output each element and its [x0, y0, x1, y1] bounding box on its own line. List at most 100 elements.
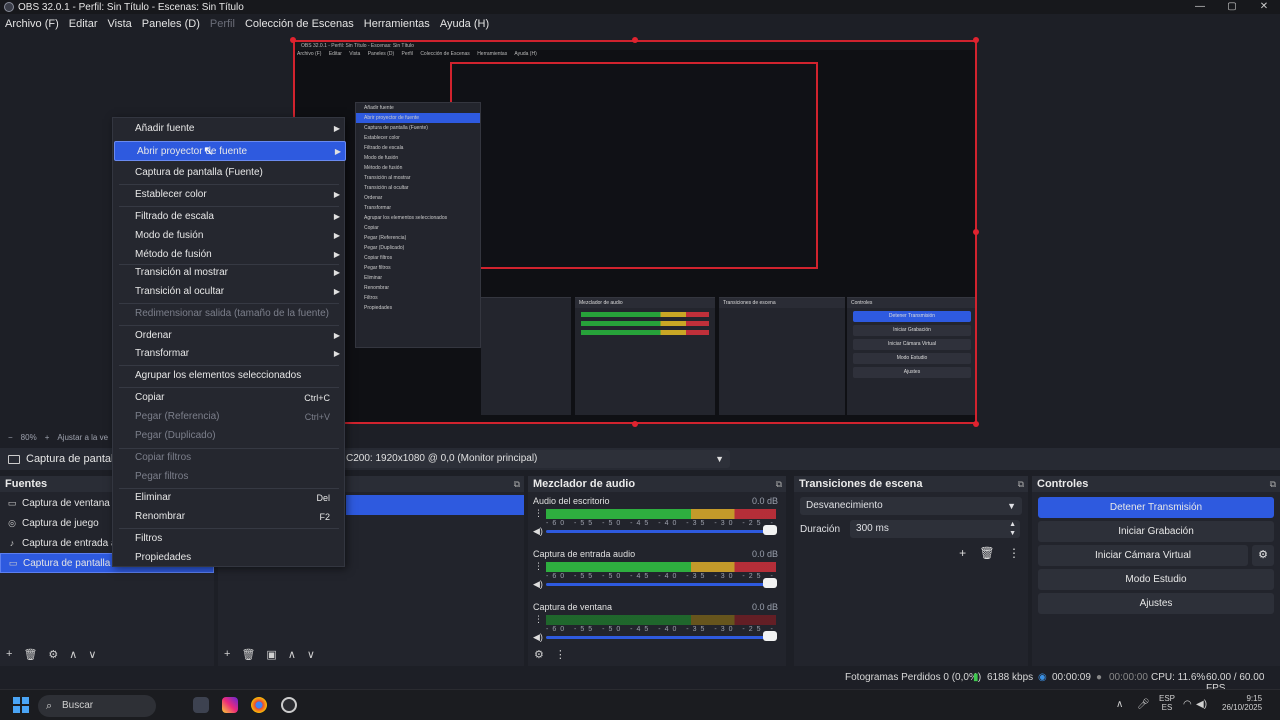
ctx-transform[interactable]: Transformar ▶	[113, 344, 344, 364]
zoom-out-icon[interactable]: −	[8, 433, 13, 442]
ctx-delete[interactable]: Eliminar Del	[113, 488, 344, 508]
move-down-icon[interactable]: ∨	[307, 648, 315, 661]
scene-filters-icon[interactable]: ▣	[266, 648, 276, 661]
ctx-copy[interactable]: Copiar Ctrl+C	[113, 388, 344, 408]
move-down-icon[interactable]: ∨	[88, 648, 96, 661]
advanced-audio-icon[interactable]: ⚙	[534, 648, 544, 661]
ctx-order[interactable]: Ordenar ▶	[113, 326, 344, 346]
menu-ayuda[interactable]: Ayuda (H)	[435, 18, 494, 30]
volume-slider[interactable]	[546, 636, 774, 639]
volume-slider-handle[interactable]	[763, 525, 777, 535]
speaker-icon[interactable]: ◀)	[533, 526, 543, 537]
meter-scale: -60 -55 -50 -45 -40 -35 -30 -25 -20 -15 …	[546, 520, 776, 527]
start-recording-button[interactable]: Iniciar Grabación	[1038, 521, 1274, 542]
microphone-icon[interactable]: 🎤︎	[1137, 699, 1150, 710]
ctx-properties[interactable]: Propiedades	[113, 548, 344, 568]
fit-to-window-label[interactable]: Ajustar a la ve	[57, 433, 108, 442]
ctx-blend-method[interactable]: Método de fusión ▶	[113, 245, 344, 265]
add-transition-icon[interactable]: +	[959, 546, 966, 560]
resize-handle[interactable]	[973, 421, 979, 427]
ctx-filters[interactable]: Filtros	[113, 529, 344, 549]
mixer-menu-icon[interactable]: ⋮	[555, 648, 566, 661]
volume-slider[interactable]	[546, 583, 774, 586]
spinner-icon[interactable]: ▲ ▼	[1009, 520, 1016, 538]
taskbar-search[interactable]: ⌕ Buscar	[38, 695, 156, 717]
resize-handle[interactable]	[632, 37, 638, 43]
ctx-paste-filters[interactable]: Pegar filtros	[113, 467, 344, 487]
ctx-group-selected[interactable]: Agrupar los elementos seleccionados	[113, 366, 344, 386]
gear-icon[interactable]: ⚙	[1252, 545, 1274, 566]
volume-slider-handle[interactable]	[763, 631, 777, 641]
windows-start-icon[interactable]	[13, 697, 29, 713]
display-select[interactable]: C200: 1920x1080 @ 0,0 (Monitor principal…	[340, 450, 730, 468]
transition-select[interactable]: Desvanecimiento ▼	[800, 497, 1022, 515]
maximize-icon[interactable]: ▢	[1216, 0, 1248, 14]
menu-paneles[interactable]: Paneles (D)	[137, 18, 205, 30]
studio-mode-button[interactable]: Modo Estudio	[1038, 569, 1274, 590]
ctx-show-transition[interactable]: Transición al mostrar ▶	[113, 263, 344, 283]
minimize-icon[interactable]: —	[1184, 0, 1216, 14]
move-up-icon[interactable]: ∧	[69, 648, 77, 661]
stop-streaming-button[interactable]: Detener Transmisión	[1038, 497, 1274, 518]
volume-slider[interactable]	[546, 530, 774, 533]
ctx-set-color[interactable]: Establecer color ▶	[113, 185, 344, 205]
undock-icon[interactable]: ⧉	[1270, 476, 1276, 492]
menu-archivo[interactable]: Archivo (F)	[0, 18, 64, 30]
resize-handle[interactable]	[973, 229, 979, 235]
transition-menu-icon[interactable]: ⋮	[1008, 546, 1020, 560]
more-icon[interactable]: ⋮	[534, 561, 543, 572]
menu-coleccion-escenas[interactable]: Colección de Escenas	[240, 18, 359, 30]
resize-handle[interactable]	[973, 37, 979, 43]
settings-button[interactable]: Ajustes	[1038, 593, 1274, 614]
add-scene-icon[interactable]: +	[224, 648, 230, 660]
ctx-resize-output[interactable]: Redimensionar salida (tamaño de la fuent…	[113, 304, 344, 324]
undock-icon[interactable]: ⧉	[776, 476, 782, 492]
ctx-copy-filters[interactable]: Copiar filtros	[113, 448, 344, 468]
remove-transition-icon[interactable]: 🗑	[979, 546, 994, 560]
transitions-header: Transiciones de escena ⧉	[794, 476, 1028, 492]
ctx-scale-filtering[interactable]: Filtrado de escala ▶	[113, 207, 344, 227]
duration-input[interactable]: 300 ms ▲ ▼	[850, 520, 1021, 538]
move-up-icon[interactable]: ∧	[288, 648, 296, 661]
speaker-icon[interactable]: ◀)	[1196, 699, 1207, 710]
source-properties-icon[interactable]: ⚙	[48, 648, 58, 661]
chrome-icon[interactable]	[251, 697, 267, 713]
undock-icon[interactable]: ⧉	[1018, 476, 1024, 492]
resize-handle[interactable]	[632, 421, 638, 427]
language-indicator[interactable]: ESP ES	[1159, 694, 1175, 712]
scene-preview[interactable]: OBS 32.0.1 - Perfil: Sin Título - Escena…	[293, 40, 977, 424]
microphone-icon: ♪	[9, 538, 15, 548]
obs-taskbar-icon[interactable]	[281, 697, 297, 713]
ctx-screenshot-source[interactable]: Captura de pantalla (Fuente)	[113, 163, 344, 183]
undock-icon[interactable]: ⧉	[514, 476, 520, 492]
zoom-in-icon[interactable]: +	[45, 433, 50, 442]
ctx-blend-mode[interactable]: Modo de fusión ▶	[113, 226, 344, 246]
menu-editar[interactable]: Editar	[64, 18, 103, 30]
speaker-icon[interactable]: ◀)	[533, 579, 543, 590]
remove-scene-icon[interactable]: 🗑	[241, 648, 255, 661]
menu-vista[interactable]: Vista	[103, 18, 137, 30]
instagram-icon[interactable]	[222, 697, 238, 713]
ctx-add-source[interactable]: Añadir fuente ▶	[113, 119, 344, 139]
more-icon[interactable]: ⋮	[534, 508, 543, 519]
ctx-rename[interactable]: Renombrar F2	[113, 507, 344, 527]
ctx-hide-transition[interactable]: Transición al ocultar ▶	[113, 282, 344, 302]
nested-menu-item: Herramientas	[477, 51, 508, 57]
start-virtual-camera-button[interactable]: Iniciar Cámara Virtual ⚙	[1038, 545, 1274, 566]
file-explorer-icon[interactable]	[193, 697, 209, 713]
more-icon[interactable]: ⋮	[534, 614, 543, 625]
chevron-up-icon[interactable]: ∧	[1116, 699, 1123, 710]
volume-slider-handle[interactable]	[763, 578, 777, 588]
ctx-paste-duplicate[interactable]: Pegar (Duplicado)	[113, 426, 344, 446]
remove-source-icon[interactable]: 🗑	[23, 648, 37, 661]
resize-handle[interactable]	[290, 37, 296, 43]
ctx-open-source-projector[interactable]: Abrir proyector de fuente ▶	[114, 141, 346, 161]
menu-perfil[interactable]: Perfil	[205, 18, 240, 30]
close-icon[interactable]: ✕	[1248, 0, 1280, 14]
add-source-icon[interactable]: +	[6, 648, 12, 660]
clock[interactable]: 9:15 26/10/2025	[1222, 694, 1262, 712]
ctx-paste-reference[interactable]: Pegar (Referencia) Ctrl+V	[113, 407, 344, 427]
scene-item-selected[interactable]	[346, 495, 524, 515]
menu-herramientas[interactable]: Herramientas	[359, 18, 435, 30]
wifi-icon[interactable]: ◠	[1183, 699, 1192, 710]
